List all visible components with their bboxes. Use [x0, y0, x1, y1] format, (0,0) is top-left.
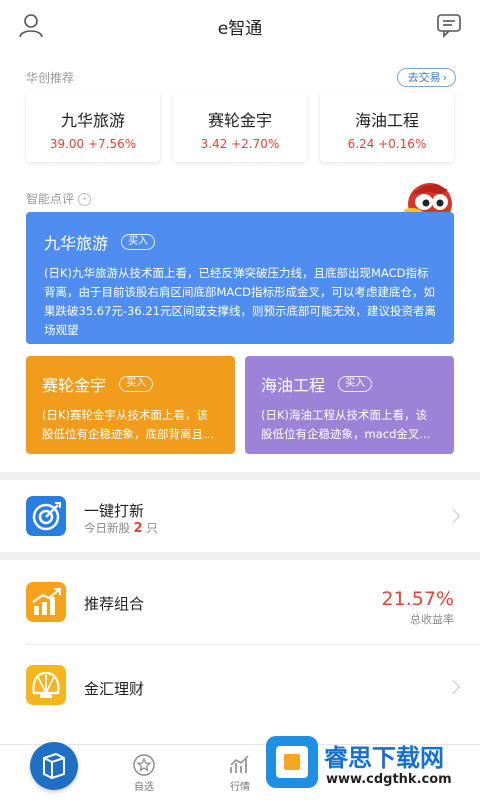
- stock-change: +7.56%: [88, 137, 137, 151]
- chevron-circle-icon[interactable]: ›: [78, 193, 92, 206]
- stock-change: +2.70%: [231, 137, 280, 151]
- comment-card-stock-name: 九华旅游: [44, 234, 109, 253]
- chevron-right-icon: ›: [442, 71, 447, 84]
- portfolio-return-rate: 21.57%: [381, 588, 454, 610]
- go-trade-button[interactable]: 去交易 ›: [396, 68, 456, 87]
- stock-card-sailun[interactable]: 赛轮金宇 3.42 +2.70%: [173, 92, 307, 162]
- comment-card-stock-name: 海油工程: [261, 376, 326, 395]
- comment-card-haiyou[interactable]: 海油工程 买入 (日K)海油工程从技术面上看，该股低位有企稳迹象，macd金叉.…: [245, 356, 454, 454]
- comment-card-sailun[interactable]: 赛轮金宇 买入 (日K)赛轮金宇从技术面上看，该股低位有企稳迹象，底部背离且..…: [26, 356, 235, 454]
- comment-card-text: (日K)海油工程从技术面上看，该股低位有企稳迹象，macd金叉...: [261, 408, 431, 441]
- comment-card-jiuhua[interactable]: 九华旅游 买入 (日K)九华旅游从技术面上看，已经反弹突破压力线，且底部出现MA…: [26, 212, 454, 344]
- stock-name: 九华旅游: [60, 111, 125, 130]
- finance-row[interactable]: 金汇理财: [0, 645, 480, 729]
- chart-icon: [230, 755, 249, 773]
- ipo-label: 一键打新: [84, 502, 145, 520]
- stock-price: 3.42: [200, 137, 228, 151]
- recommend-section-title: 华创推荐: [26, 71, 75, 85]
- comment-card-text: (日K)九华旅游从技术面上看，已经反弹突破压力线，且底部出现MACD指标背离，由…: [44, 266, 436, 337]
- buy-badge: 买入: [338, 376, 373, 392]
- page-title: e智通: [217, 19, 263, 39]
- ipo-sub-prefix: 今日新股: [84, 521, 130, 535]
- section-divider: [0, 472, 480, 480]
- comment-card-stock-name: 赛轮金宇: [42, 376, 107, 395]
- ipo-new-count: 2: [133, 521, 143, 536]
- tab-watchlist-label: 自选: [134, 782, 154, 793]
- tab-watchlist[interactable]: 自选: [96, 745, 192, 800]
- site-watermark: 睿思下载网 www.cdgthk.com: [262, 728, 480, 800]
- message-icon[interactable]: [436, 12, 462, 38]
- stock-quote: 3.42 +2.70%: [173, 137, 307, 151]
- buy-badge: 买入: [121, 234, 156, 250]
- finance-label: 金汇理财: [84, 680, 145, 698]
- shell-icon: [26, 665, 66, 705]
- portfolio-label: 推荐组合: [84, 595, 145, 613]
- smart-comment-label: 智能点评: [26, 192, 75, 206]
- stock-change: +0.16%: [378, 137, 427, 151]
- growth-chart-icon: [26, 582, 66, 622]
- buy-badge: 买入: [119, 376, 154, 392]
- target-icon: [26, 496, 66, 536]
- comment-card-text: (日K)赛轮金宇从技术面上看，该股低位有企稳迹象，底部背离且...: [42, 408, 214, 441]
- stock-price: 6.24: [347, 137, 375, 151]
- top-bar: e智通: [0, 0, 480, 52]
- ipo-sub-suffix: 只: [146, 521, 158, 535]
- stock-name: 海油工程: [354, 111, 419, 130]
- home-icon[interactable]: [30, 742, 78, 790]
- stock-card-haiyou[interactable]: 海油工程 6.24 +0.16%: [320, 92, 454, 162]
- stock-quote: 6.24 +0.16%: [320, 137, 454, 151]
- stock-quote: 39.00 +7.56%: [26, 137, 160, 151]
- ipo-subtext: 今日新股 2 只: [84, 520, 158, 536]
- watermark-logo-icon: [266, 736, 318, 788]
- section-divider: [0, 552, 480, 560]
- chevron-right-icon: [445, 508, 461, 524]
- chevron-right-icon: [445, 679, 461, 695]
- star-icon: [133, 754, 155, 776]
- ipo-row[interactable]: 一键打新 今日新股 2 只: [0, 480, 480, 552]
- stock-card-jiuhua[interactable]: 九华旅游 39.00 +7.56%: [26, 92, 160, 162]
- portfolio-return-label: 总收益率: [410, 613, 454, 626]
- smart-comment-section-title: 智能点评 ›: [26, 190, 92, 207]
- go-trade-label: 去交易: [407, 71, 441, 84]
- watermark-url: www.cdgthk.com: [326, 772, 452, 787]
- stock-name: 赛轮金宇: [207, 111, 272, 130]
- watermark-title: 睿思下载网: [324, 744, 444, 772]
- stock-price: 39.00: [49, 137, 85, 151]
